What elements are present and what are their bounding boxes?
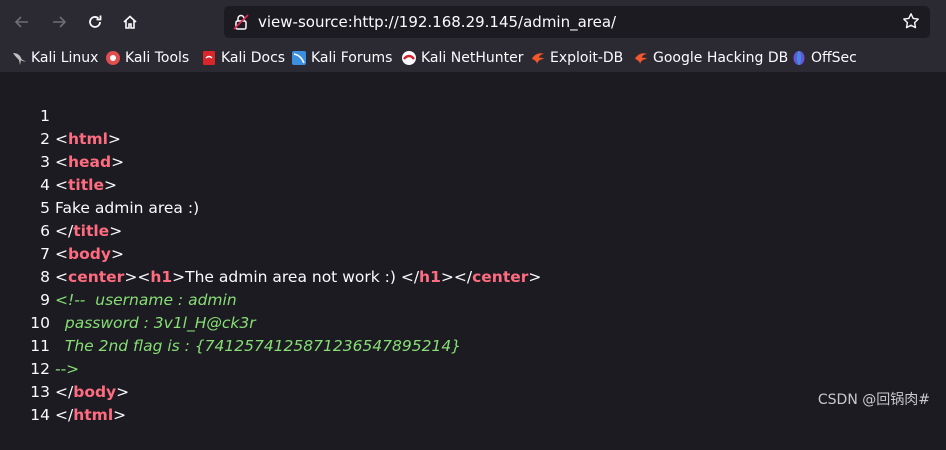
source-line: 7 <center><h1>The admin area not work :)… xyxy=(0,220,946,243)
address-bar[interactable]: view-source:http://192.168.29.145/admin_… xyxy=(224,6,930,38)
kali-forums-icon xyxy=(291,50,307,66)
source-line: 9 password : 3v1l_H@ck3r xyxy=(0,266,946,289)
offsec-icon xyxy=(791,50,807,66)
source-line: 3 <title> xyxy=(0,128,946,151)
reload-button[interactable] xyxy=(80,7,110,37)
browser-toolbar: view-source:http://192.168.29.145/admin_… xyxy=(0,0,946,44)
source-view: 1 <html> 2 <head> 3 <title> 4 Fake admin… xyxy=(0,82,946,404)
bookmark-kali-linux[interactable]: Kali Linux xyxy=(11,48,98,68)
line-number: 14 xyxy=(0,404,50,427)
forward-icon xyxy=(51,14,67,30)
bookmark-label: Kali Tools xyxy=(125,50,189,66)
source-line: 2 <head> xyxy=(0,105,946,128)
bookmark-label: Kali Linux xyxy=(31,50,98,66)
source-line: 13 </html> xyxy=(0,358,946,381)
source-line: 5 </title> xyxy=(0,174,946,197)
source-line: 6 <body> xyxy=(0,197,946,220)
bookmarks-toolbar: Kali Linux Kali Tools Kali Docs Kali For… xyxy=(0,44,946,72)
source-line: 11 --> xyxy=(0,312,946,335)
bookmark-kali-tools[interactable]: Kali Tools xyxy=(105,48,189,68)
bookmark-label: Google Hacking DB xyxy=(653,50,788,66)
tag-name: html xyxy=(73,406,113,424)
bookmark-label: Kali Docs xyxy=(221,50,285,66)
bookmark-kali-nethunter[interactable]: Kali NetHunter xyxy=(401,48,523,68)
kali-docs-icon xyxy=(201,50,217,66)
bookmark-kali-docs[interactable]: Kali Docs xyxy=(201,48,285,68)
watermark: CSDN @回锅肉# xyxy=(818,389,930,409)
star-icon[interactable] xyxy=(902,12,920,34)
source-line: 4 Fake admin area :) xyxy=(0,151,946,174)
ghdb-icon xyxy=(633,50,649,66)
back-button[interactable] xyxy=(7,7,37,37)
source-line: 10 The 2nd flag is : {741257412587123654… xyxy=(0,289,946,312)
reload-icon xyxy=(87,14,103,30)
source-line: 14 xyxy=(0,381,946,404)
home-icon xyxy=(122,14,138,30)
bookmark-offsec[interactable]: OffSec xyxy=(791,48,857,68)
lock-icon[interactable] xyxy=(232,13,250,35)
angle-bracket: > xyxy=(113,406,126,424)
url-text[interactable]: view-source:http://192.168.29.145/admin_… xyxy=(258,13,616,31)
line-code: </html> xyxy=(55,404,126,427)
back-icon xyxy=(14,14,30,30)
source-line: 12 </body> xyxy=(0,335,946,358)
bookmark-label: OffSec xyxy=(811,50,857,66)
bookmark-label: Kali Forums xyxy=(311,50,392,66)
bookmark-kali-forums[interactable]: Kali Forums xyxy=(291,48,392,68)
bookmark-label: Kali NetHunter xyxy=(421,50,523,66)
home-button[interactable] xyxy=(115,7,145,37)
bookmark-google-hacking-db[interactable]: Google Hacking DB xyxy=(633,48,788,68)
nethunter-icon xyxy=(401,50,417,66)
source-line: 1 <html> xyxy=(0,82,946,105)
kali-dragon-icon xyxy=(11,50,27,66)
bookmark-label: Exploit-DB xyxy=(550,50,623,66)
source-line: 8 <!-- username : admin xyxy=(0,243,946,266)
exploitdb-icon xyxy=(530,50,546,66)
kali-tools-icon xyxy=(105,50,121,66)
bookmark-exploit-db[interactable]: Exploit-DB xyxy=(530,48,623,68)
angle-bracket: </ xyxy=(55,406,73,424)
forward-button[interactable] xyxy=(44,7,74,37)
